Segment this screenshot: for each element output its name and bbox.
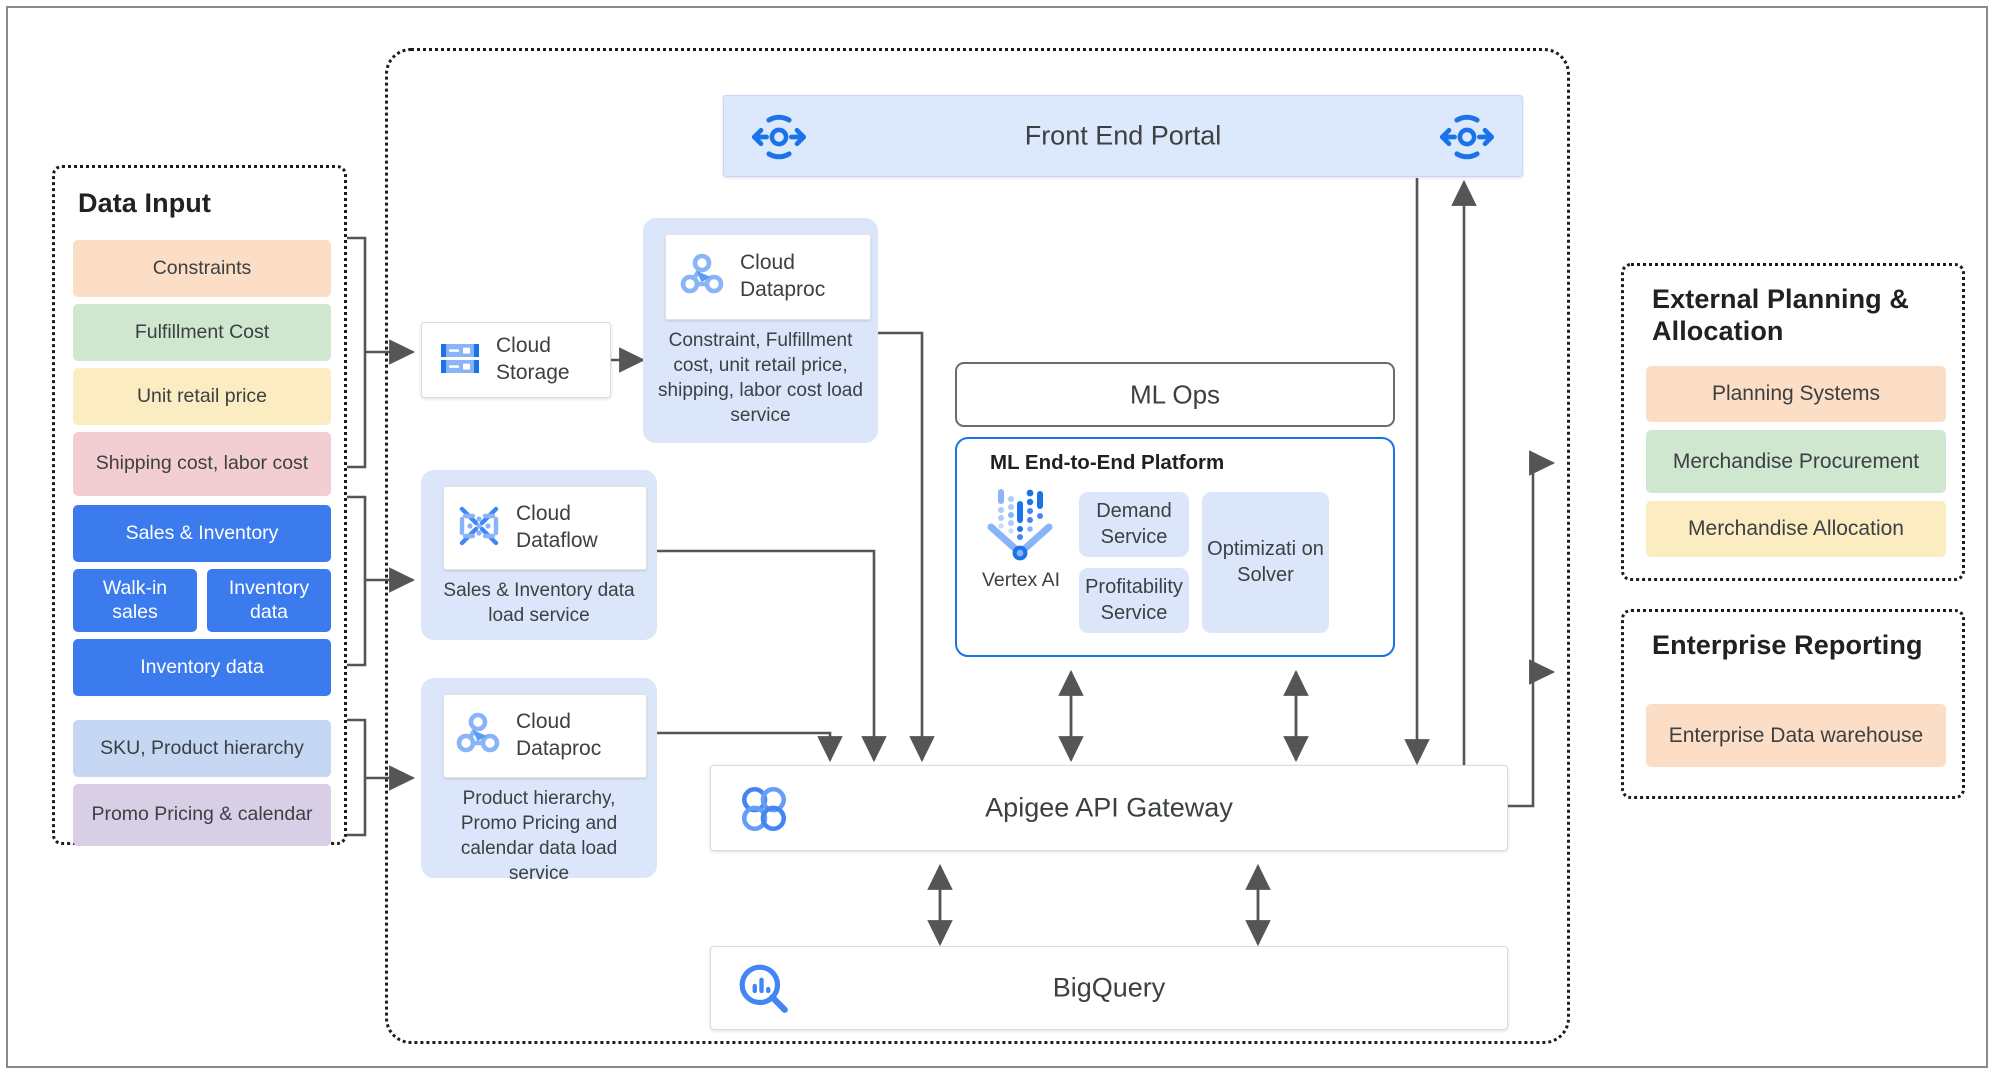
data-chip-constraints[interactable]: Constraints [73, 240, 331, 297]
dataflow-sales-card[interactable]: Cloud Dataflow Sales & Inventory data lo… [421, 470, 657, 640]
bigquery-label: BigQuery [1052, 972, 1166, 1003]
dataproc-product-description: Product hierarchy, Promo Pricing and cal… [460, 788, 618, 885]
cloud-dataproc-icon [680, 252, 726, 303]
data-chip-walkin-sales[interactable]: Walk-in sales [73, 569, 197, 632]
apigee-label: Apigee API Gateway [985, 792, 1233, 823]
diagram-canvas: Data Input Constraints Fulfillment Cost … [0, 0, 2000, 1081]
enterprise-reporting-panel: Enterprise Reporting Enterprise Data war… [1621, 609, 1965, 799]
dataproc-constraints-header[interactable]: Cloud Dataproc [665, 234, 871, 320]
data-chip-promo-pricing-calendar[interactable]: Promo Pricing & calendar [73, 784, 331, 846]
ml-platform: ML End-to-End Platform Vertex AI Demand … [955, 437, 1395, 657]
vertex-ai-icon [981, 483, 1059, 572]
dataflow-sales-header[interactable]: Cloud Dataflow [443, 486, 647, 570]
data-input-panel: Data Input Constraints Fulfillment Cost … [52, 165, 347, 846]
data-chip-sales-inventory[interactable]: Sales & Inventory [73, 505, 331, 562]
dataflow-sales-description: Sales & Inventory data load service [443, 580, 635, 627]
enterprise-reporting-title: Enterprise Reporting [1652, 630, 1923, 660]
dataproc-constraints-product: Cloud Dataproc [740, 251, 826, 301]
external-chip-merchandise-procurement[interactable]: Merchandise Procurement [1646, 430, 1946, 493]
data-chip-shipping-labor-cost[interactable]: Shipping cost, labor cost [73, 432, 331, 496]
front-end-portal-label: Front End Portal [1024, 120, 1222, 151]
data-chip-unit-retail-price[interactable]: Unit retail price [73, 368, 331, 425]
external-planning-title: External Planning & Allocation [1652, 284, 1909, 346]
cloud-storage-label: Cloud Storage [496, 334, 570, 384]
ml-service-profitability[interactable]: Profitability Service [1079, 568, 1189, 633]
front-end-portal[interactable]: Front End Portal [723, 95, 1523, 177]
cloud-dataflow-icon [456, 503, 502, 554]
cloud-storage-icon [438, 336, 482, 385]
dataproc-product-header[interactable]: Cloud Dataproc [443, 694, 647, 778]
external-chip-planning-systems[interactable]: Planning Systems [1646, 366, 1946, 422]
mlops-title: ML Ops [1129, 379, 1221, 409]
ml-service-demand[interactable]: Demand Service [1079, 492, 1189, 557]
vertex-ai-label: Vertex AI [981, 569, 1061, 591]
dataproc-product-product: Cloud Dataproc [516, 710, 602, 760]
apigee-card[interactable]: Apigee API Gateway [710, 765, 1508, 851]
data-chip-fulfillment-cost[interactable]: Fulfillment Cost [73, 304, 331, 361]
dataproc-product-card[interactable]: Cloud Dataproc Product hierarchy, Promo … [421, 678, 657, 884]
cloud-storage-card[interactable]: Cloud Storage [421, 322, 611, 398]
external-chip-merchandise-allocation[interactable]: Merchandise Allocation [1646, 501, 1946, 557]
data-chip-sku-product-hierarchy[interactable]: SKU, Product hierarchy [73, 720, 331, 777]
dataproc-constraints-description: Constraint, Fulfillment cost, unit retai… [658, 330, 863, 427]
data-chip-inventory-data-b[interactable]: Inventory data [73, 639, 331, 696]
load-balancer-icon [1439, 110, 1495, 169]
ml-service-optimization-solver[interactable]: Optimizati on Solver [1202, 492, 1329, 633]
mlops-card[interactable]: ML Ops [955, 362, 1395, 427]
data-input-title: Data Input [78, 188, 211, 218]
dataproc-constraints-card[interactable]: Cloud Dataproc Constraint, Fulfillment c… [643, 218, 878, 443]
enterprise-chip-data-warehouse[interactable]: Enterprise Data warehouse [1646, 704, 1946, 767]
data-chip-inventory-data-a[interactable]: Inventory data [207, 569, 331, 632]
external-planning-panel: External Planning & Allocation Planning … [1621, 263, 1965, 581]
bigquery-card[interactable]: BigQuery [710, 946, 1508, 1030]
ml-platform-title: ML End-to-End Platform [990, 451, 1225, 474]
cloud-dataproc-icon [456, 711, 502, 762]
dataflow-sales-product: Cloud Dataflow [516, 502, 598, 552]
